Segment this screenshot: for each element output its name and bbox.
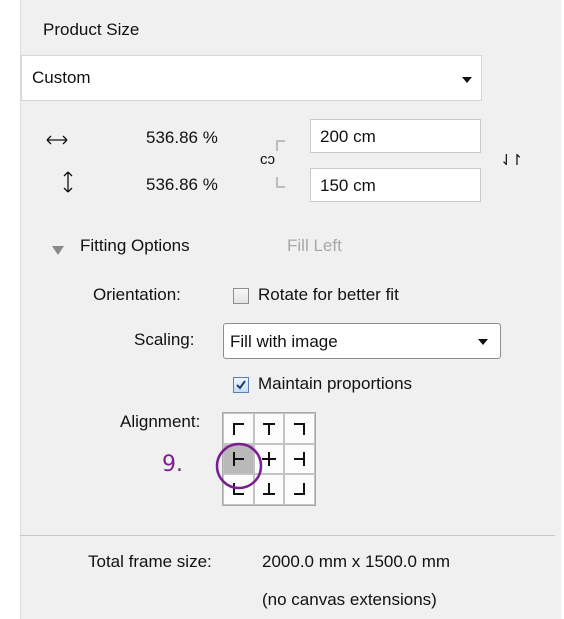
- canvas-extensions-note: (no canvas extensions): [262, 590, 437, 609]
- maintain-proportions-label[interactable]: Maintain proportions: [258, 374, 412, 394]
- width-percent: 536.86 %: [146, 128, 218, 147]
- collapse-triangle-icon[interactable]: [52, 241, 64, 261]
- height-field-value: 150 cm: [320, 176, 376, 195]
- width-field-value: 200 cm: [320, 127, 376, 146]
- align-top-center-icon: [262, 423, 275, 436]
- align-top-center-button[interactable]: [253, 413, 285, 444]
- orientation-label: Orientation:: [93, 285, 181, 304]
- link-proportions-icon[interactable]: сɔ: [260, 151, 275, 168]
- align-middle-right-icon: [293, 451, 305, 466]
- total-frame-label: Total frame size:: [88, 552, 212, 571]
- divider: [20, 535, 555, 536]
- fitting-mode-label: Fill Left: [287, 236, 342, 255]
- height-field[interactable]: 150 cm: [310, 168, 481, 202]
- product-size-dropdown[interactable]: Custom: [21, 55, 482, 101]
- total-frame-value: 2000.0 mm x 1500.0 mm: [262, 552, 451, 571]
- rotate-label[interactable]: Rotate for better fit: [258, 285, 399, 305]
- align-top-left-icon: [233, 423, 245, 436]
- align-top-right-button[interactable]: [284, 413, 315, 444]
- annotation-circle: [214, 441, 264, 496]
- scaling-label: Scaling:: [134, 330, 195, 349]
- product-size-title: Product Size: [43, 20, 140, 39]
- link-bracket-top: [275, 136, 285, 156]
- maintain-proportions-checkbox[interactable]: [233, 377, 249, 393]
- align-bottom-right-icon: [293, 482, 305, 495]
- scaling-select[interactable]: Fill with image: [223, 323, 501, 359]
- swap-dimensions-icon[interactable]: ⇃↾: [500, 151, 523, 169]
- chevron-down-icon: [478, 339, 488, 345]
- align-top-right-icon: [293, 423, 305, 436]
- align-top-left-button[interactable]: [223, 413, 254, 444]
- height-percent: 536.86 %: [146, 175, 218, 194]
- chevron-down-icon: [462, 77, 472, 83]
- annotation-label: 9.: [162, 452, 183, 477]
- fitting-options-title[interactable]: Fitting Options: [80, 236, 190, 256]
- rotate-checkbox[interactable]: [233, 288, 249, 304]
- height-arrow-icon: [62, 171, 74, 198]
- link-bracket-bottom: [275, 174, 285, 194]
- product-size-value: Custom: [32, 68, 91, 87]
- scaling-value: Fill with image: [230, 332, 338, 351]
- width-arrow-icon: [46, 131, 68, 151]
- align-bottom-right-button[interactable]: [284, 474, 315, 505]
- alignment-label: Alignment:: [120, 412, 201, 431]
- align-middle-right-button[interactable]: [284, 443, 315, 475]
- width-field[interactable]: 200 cm: [310, 119, 481, 153]
